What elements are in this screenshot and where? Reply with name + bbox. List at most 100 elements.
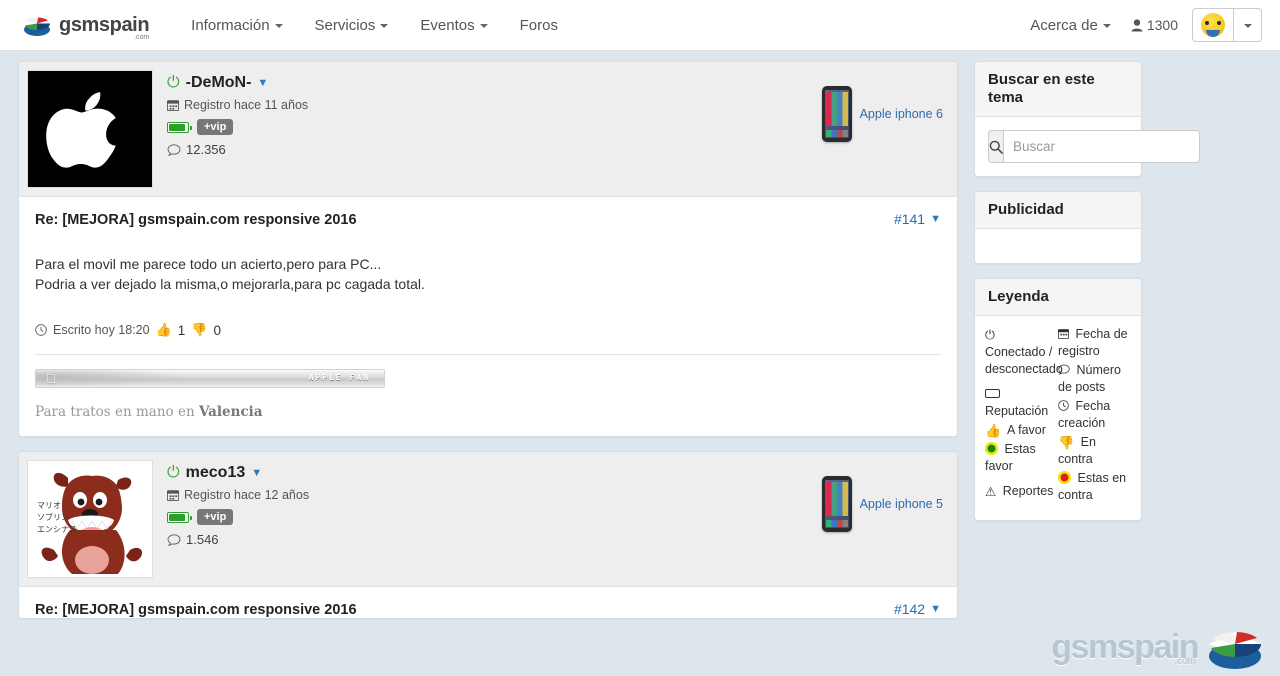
legend-item-you-against: Estas en contra	[1058, 470, 1131, 504]
avatar[interactable]	[27, 70, 153, 188]
thumbs-down-icon[interactable]: 👎	[191, 322, 207, 338]
registration-date: Registro hace 11 años	[184, 98, 309, 112]
registration-line: Registro hace 11 años	[167, 98, 308, 112]
registration-line: Registro hace 12 años	[167, 488, 309, 502]
navbar-right: Acerca de 1300	[1024, 8, 1262, 42]
post-card: ⏻ -DeMoN- ▼ Registro hace 11 años +vip 1…	[18, 61, 958, 437]
legend-item-against: 👎 En contra	[1058, 434, 1131, 468]
username[interactable]: meco13	[186, 464, 246, 482]
panel-title: Buscar en este tema	[988, 71, 1095, 106]
avatar[interactable]: マリオ ソブリン エンシナス	[27, 460, 153, 578]
avatar-jp-line: エンシナス	[37, 525, 77, 534]
username-row: ⏻ -DeMoN- ▼	[167, 74, 308, 92]
legend-panel: Leyenda ⏻ Conectado / desconectado Reput…	[974, 278, 1142, 521]
post-number-link[interactable]: #141 ▼	[894, 211, 941, 227]
search-topic-panel: Buscar en este tema	[974, 61, 1200, 177]
chevron-down-icon[interactable]: ▼	[251, 467, 262, 479]
legend-label: A favor	[1006, 423, 1046, 437]
ads-slot	[975, 229, 1141, 263]
legend-column-right: Fecha de registro Número de posts Fecha …	[1058, 326, 1131, 506]
panel-header: Publicidad	[975, 192, 1141, 229]
legend-label: Conectado / desconectado	[985, 345, 1063, 376]
power-icon: ⏻	[167, 464, 180, 481]
comment-icon	[167, 143, 181, 156]
user-meta: ⏻ meco13 ▼ Registro hace 12 años +vip 1.…	[167, 460, 309, 578]
search-input[interactable]	[1003, 130, 1200, 163]
posts-count-line: 1.546	[167, 532, 309, 547]
nav-item-acerca-de[interactable]: Acerca de	[1024, 9, 1117, 42]
legend-item-reputation: Reputación	[985, 386, 1058, 420]
nav-item-eventos[interactable]: Eventos	[404, 9, 503, 42]
username[interactable]: -DeMoN-	[186, 74, 252, 92]
post-header: ⏻ -DeMoN- ▼ Registro hace 11 años +vip 1…	[19, 62, 957, 197]
panel-header: Leyenda	[975, 279, 1141, 316]
avatar-jp-line: マリオ	[37, 501, 61, 510]
brand-suffix: .com	[134, 33, 150, 41]
iphone-icon	[821, 86, 852, 142]
comment-icon	[1058, 364, 1070, 375]
signature-banner-label: APPLE FAN	[308, 373, 370, 382]
apple-logo-icon: 	[46, 372, 56, 386]
clock-icon	[1058, 400, 1069, 411]
user-icon	[1131, 18, 1143, 31]
posts-count-value: 12.356	[186, 142, 226, 157]
clock-icon	[35, 324, 47, 336]
search-button[interactable]	[988, 130, 1003, 163]
post-title-row: Re: [MEJORA] gsmspain.com responsive 201…	[35, 601, 941, 618]
signature-text-prefix: Para tratos en mano en	[35, 404, 199, 420]
legend-item-you-favor: Estas favor	[985, 441, 1058, 475]
legend-label: Reportes	[1002, 484, 1054, 498]
posts-count-line: 12.356	[167, 142, 308, 157]
green-dot-icon	[985, 442, 998, 455]
avatar-jp-line: ソブリン	[37, 513, 69, 522]
account-dropdown-toggle[interactable]	[1233, 9, 1261, 41]
user-count-value: 1300	[1146, 17, 1178, 33]
post-number-link[interactable]: #142 ▼	[894, 601, 941, 617]
legend-item-favor: 👍 A favor	[985, 422, 1058, 439]
search-icon	[989, 140, 1003, 154]
panel-header: Buscar en este tema	[975, 62, 1141, 117]
nav-item-servicios[interactable]: Servicios	[299, 9, 405, 42]
legend-item-registration-date: Fecha de registro	[1058, 326, 1131, 360]
top-navbar: gsmspain .com Información Servicios Event…	[0, 0, 1280, 51]
post-number: #142	[893, 601, 926, 617]
likes-count: 1	[177, 322, 186, 338]
signature-banner:  APPLE FAN	[35, 369, 385, 388]
legend-body: ⏻ Conectado / desconectado Reputación 👍 …	[975, 316, 1141, 520]
device-name-link[interactable]: Apple iphone 6	[860, 107, 943, 121]
chevron-down-icon	[274, 24, 283, 28]
legend-item-creation-date: Fecha creación	[1058, 398, 1131, 432]
chevron-down-icon[interactable]: ▼	[257, 77, 268, 89]
nav-item-foros[interactable]: Foros	[504, 9, 574, 42]
nav-item-label: Información	[191, 16, 270, 34]
comment-icon	[167, 533, 181, 546]
brand-name: gsmspain .com	[59, 13, 150, 41]
post-timestamp: Escrito hoy 18:20	[53, 323, 150, 337]
device-badge[interactable]: Apple iphone 5	[821, 476, 943, 532]
device-badge[interactable]: Apple iphone 6	[821, 86, 943, 142]
post-header: マリオ ソブリン エンシナス ⏻ meco13 ▼ Registro hace …	[19, 452, 957, 587]
smiley-avatar-icon	[1201, 13, 1225, 37]
nav-item-label: Acerca de	[1030, 16, 1098, 34]
nav-item-label: Servicios	[314, 16, 376, 34]
chevron-down-icon: ▼	[930, 603, 941, 615]
reputation-icon	[985, 389, 1000, 398]
dislikes-count: 0	[213, 322, 221, 338]
nav-item-informacion[interactable]: Información	[175, 9, 298, 42]
brand-logo-link[interactable]: gsmspain .com	[22, 12, 150, 41]
thumbs-up-icon: 👍	[985, 423, 1002, 438]
panel-title: Publicidad	[988, 201, 1064, 218]
signature-text-city: Valencia	[198, 404, 263, 420]
calendar-icon	[167, 490, 179, 501]
post-title: Re: [MEJORA] gsmspain.com responsive 201…	[35, 602, 357, 618]
panel-body	[975, 117, 1200, 176]
page-content: ⏻ -DeMoN- ▼ Registro hace 11 años +vip 1…	[0, 51, 1280, 676]
avatar-japanese-text: マリオ ソブリン エンシナス	[37, 500, 77, 536]
thumbs-up-icon[interactable]: 👍	[156, 322, 172, 338]
device-name-link[interactable]: Apple iphone 5	[860, 497, 943, 511]
nav-links: Información Servicios Eventos Foros	[175, 9, 574, 42]
avatar[interactable]	[1193, 9, 1233, 41]
post-text: Para el movil me parece todo un acierto,…	[35, 254, 941, 294]
posts-count-value: 1.546	[186, 532, 219, 547]
warning-icon: ⚠	[985, 485, 997, 499]
